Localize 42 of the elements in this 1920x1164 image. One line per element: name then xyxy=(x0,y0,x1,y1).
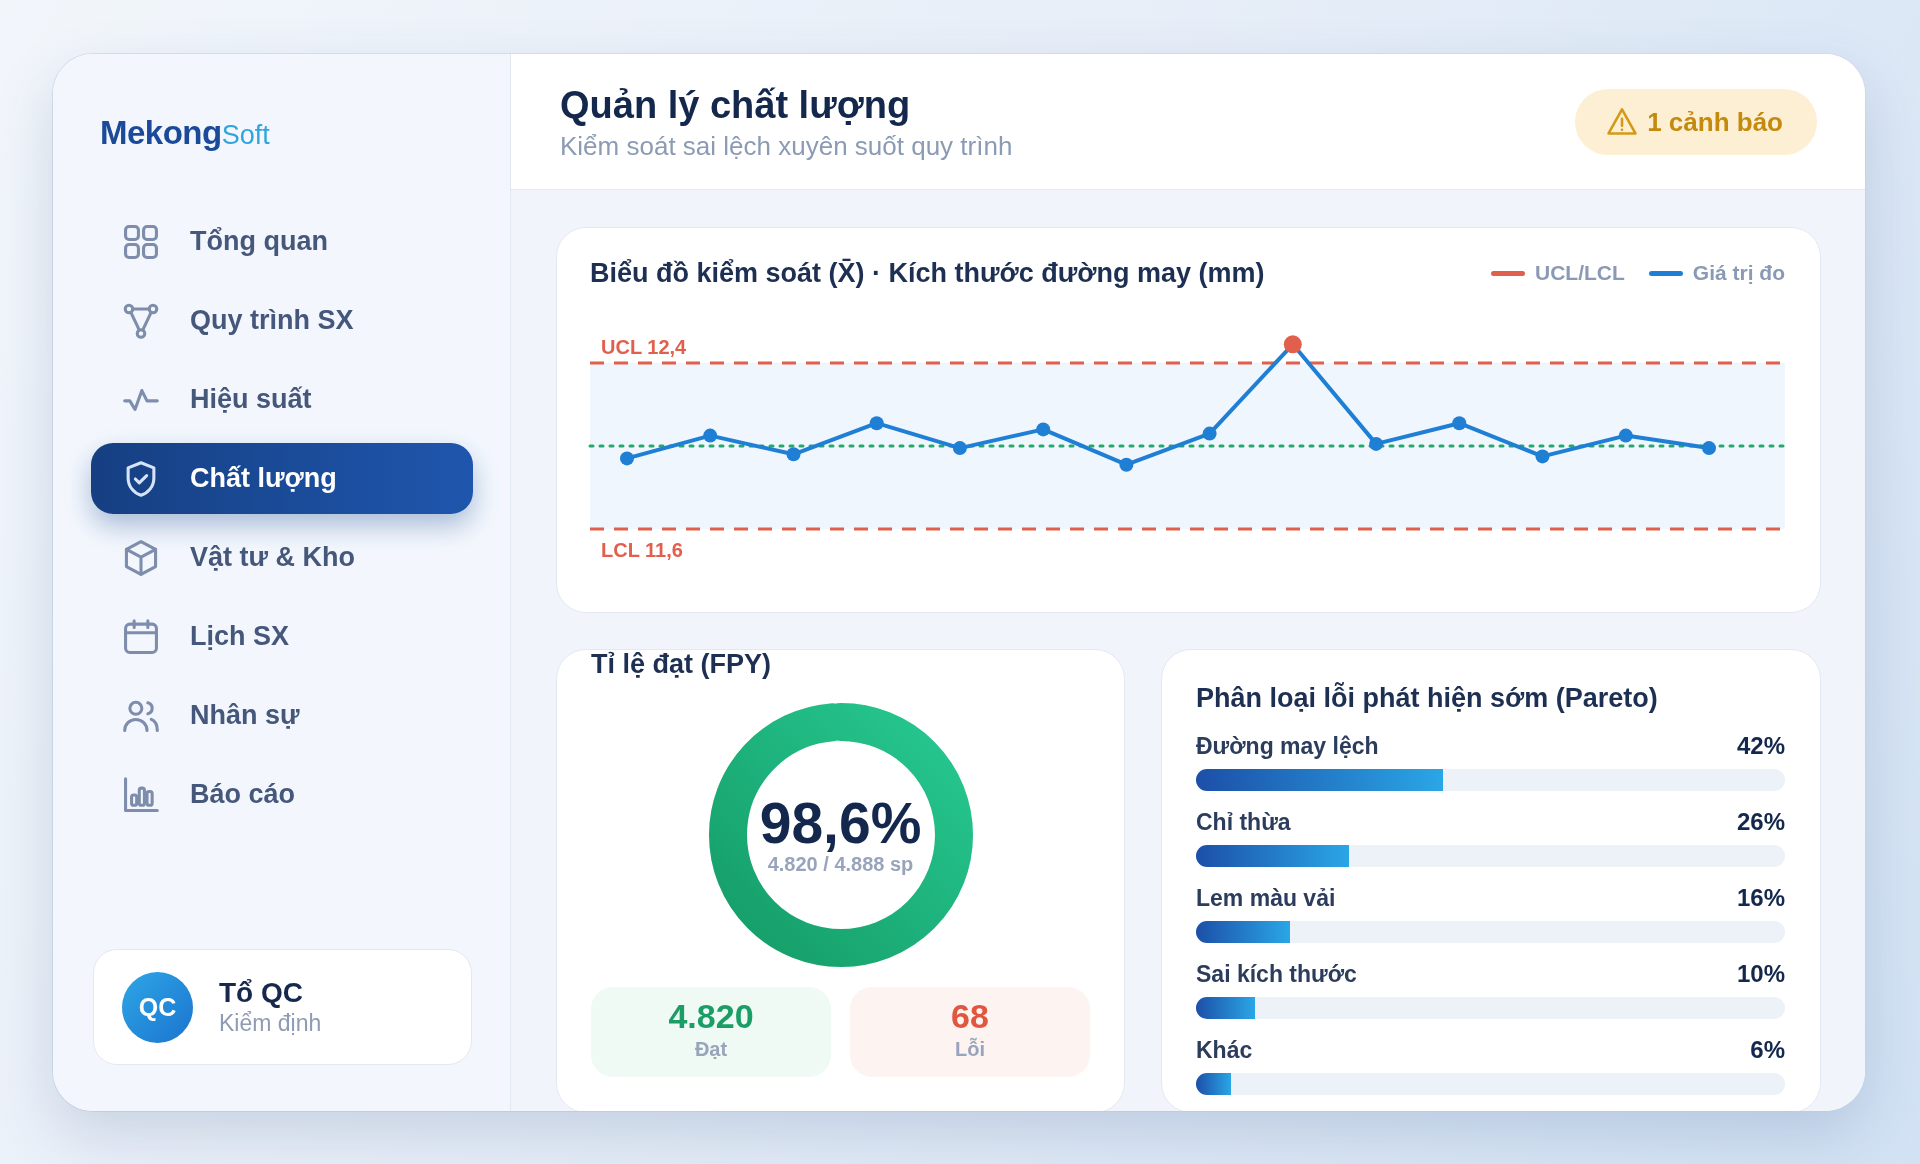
defect-label: Đường may lệch xyxy=(1196,732,1379,760)
defect-percent: 10% xyxy=(1736,960,1785,988)
nav-item[interactable]: Quy trình SX xyxy=(91,285,473,356)
user-role: Kiểm định xyxy=(219,1009,322,1037)
nodes-icon xyxy=(123,302,159,339)
nav-item[interactable]: Lịch SX xyxy=(91,601,473,672)
defect-percent: 42% xyxy=(1736,732,1785,760)
grid-icon xyxy=(123,223,159,260)
limit-label: LCL 11,6 xyxy=(601,539,683,561)
bar-chart-icon xyxy=(123,776,159,813)
avatar: QC xyxy=(122,971,193,1043)
calendar-icon xyxy=(123,618,159,655)
stat-label: Đạt xyxy=(694,1037,728,1061)
yield-percent: 98,6% xyxy=(759,794,922,852)
stat-label: Lỗi xyxy=(955,1037,985,1061)
card-title: Tỉ lệ đạt (FPY) xyxy=(591,650,772,678)
card-title: Phân loại lỗi phát hiện sớm (Pareto) xyxy=(1196,682,1659,714)
warning-icon xyxy=(1607,106,1638,137)
defect-label: Chỉ thừa xyxy=(1196,808,1291,836)
legend-label: UCL/LCL xyxy=(1535,261,1625,285)
defect-percent: 6% xyxy=(1750,1036,1785,1064)
logo: MekongSoft xyxy=(100,114,270,152)
nav-item[interactable]: Báo cáo xyxy=(91,759,473,830)
defect-label: Sai kích thước xyxy=(1196,960,1357,988)
page-subtitle: Kiểm soát sai lệch xuyên suốt quy trình xyxy=(560,130,1013,161)
defect-percent: 26% xyxy=(1736,808,1785,836)
nav-item[interactable]: Chất lượng xyxy=(91,443,473,514)
stat-value: 68 xyxy=(951,997,989,1035)
yield-caption: 4.820 / 4.888 sp xyxy=(767,852,914,876)
defect-label: Khác xyxy=(1196,1036,1253,1064)
defect-percent: 16% xyxy=(1736,884,1785,912)
user-name: Tổ QC xyxy=(219,977,304,1009)
cube-icon xyxy=(123,539,159,576)
nav-item[interactable]: Tổng quan xyxy=(91,206,473,277)
legend-label: Giá trị đo xyxy=(1692,261,1785,285)
nav-item[interactable]: Vật tư & Kho xyxy=(91,522,473,593)
nav-item[interactable]: Nhân sự xyxy=(91,680,473,751)
page-title: Quản lý chất lượng xyxy=(560,82,912,127)
defect-label: Lem màu vải xyxy=(1196,884,1336,912)
stat-value: 4.820 xyxy=(668,997,754,1035)
nav-item[interactable]: Hiệu suất xyxy=(91,364,473,435)
chart-title: Biểu đồ kiểm soát (X̄) · Kích thước đường may (mm) xyxy=(590,257,1265,289)
